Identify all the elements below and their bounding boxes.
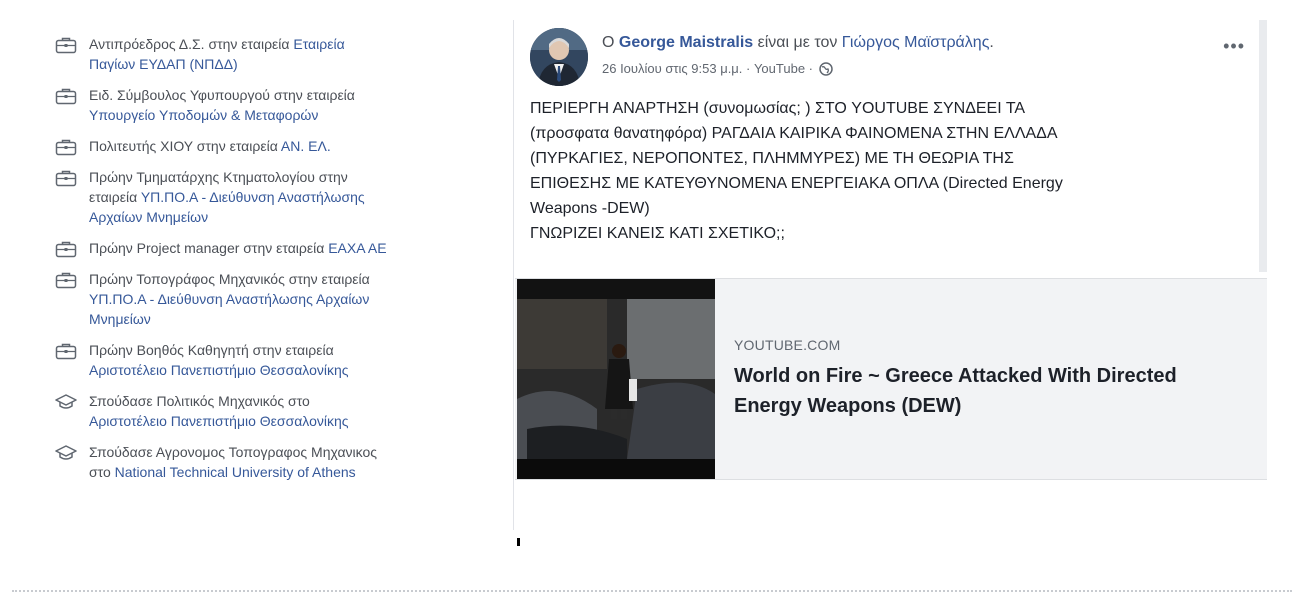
about-item-link[interactable]: Μνημείων bbox=[89, 311, 151, 327]
author-name-link[interactable]: George Maistralis bbox=[619, 34, 753, 51]
link-domain: YOUTUBE.COM bbox=[734, 337, 841, 353]
post-body-line: ΓΝΩΡΙΖΕΙ ΚΑΝΕΙΣ ΚΑΤΙ ΣΧΕΤΙΚΟ;; bbox=[530, 225, 785, 242]
about-item-text: Πολιτευτής ΧΙΟΥ στην εταιρεία ΑΝ. ΕΛ. bbox=[89, 136, 331, 156]
post-author-line: Ο George Maistralis είναι με τον Γιώργος… bbox=[602, 32, 994, 54]
author-avatar[interactable] bbox=[530, 28, 588, 86]
column-divider bbox=[513, 20, 514, 530]
post-meta: 26 Ιουλίου στις 9:53 μ.μ. · YouTube · bbox=[602, 61, 833, 76]
about-item: Πρώην Βοηθός Καθηγητή στην εταιρεία Αριστ… bbox=[55, 340, 485, 380]
post-timestamp[interactable]: 26 Ιουλίου στις 9:53 μ.μ. · YouTube · bbox=[602, 61, 813, 76]
post-body-line: (ΠΥΡΚΑΓΙΕΣ, ΝΕΡΟΠΟΝΤΕΣ, ΠΛΗΜΜΥΡΕΣ) ΜΕ ΤΗ… bbox=[530, 150, 1014, 167]
about-item-link[interactable]: ΕΑΧΑ ΑΕ bbox=[328, 240, 386, 256]
about-item-link[interactable]: Αριστοτέλειο Πανεπιστήμιο Θεσσαλονίκης bbox=[89, 362, 349, 378]
author-prefix: Ο bbox=[602, 34, 619, 51]
post-body-line: Weapons -DEW) bbox=[530, 200, 650, 217]
about-item-link[interactable]: Παγίων ΕΥΔΑΠ (ΝΠΔΔ) bbox=[89, 56, 238, 72]
about-item-link[interactable]: ΥΠ.ΠΟ.Α - Διεύθυνση Αναστήλωσης bbox=[141, 189, 365, 205]
about-item-link[interactable]: Αριστοτέλειο Πανεπιστήμιο Θεσσαλονίκης bbox=[89, 413, 349, 429]
about-item-link[interactable]: ΥΠ.ΠΟ.Α - Διεύθυνση Αναστήλωσης Αρχαίων bbox=[89, 291, 369, 307]
about-item: Σπούδασε Αγρονομος Τοπογραφος Μηχανικος σ… bbox=[55, 442, 485, 482]
about-item-label: Ειδ. Σύμβουλος Υφυπουργού στην εταιρεία bbox=[89, 87, 355, 103]
about-item-label: στο bbox=[89, 464, 115, 480]
about-item: Πρώην Τοπογράφος Μηχανικός στην εταιρεία… bbox=[55, 269, 485, 329]
video-thumbnail[interactable] bbox=[517, 279, 715, 479]
briefcase-icon bbox=[55, 36, 77, 54]
about-item-label: εταιρεία bbox=[89, 189, 141, 205]
tagged-suffix: . bbox=[989, 34, 994, 51]
about-item-label: Πρώην Βοηθός Καθηγητή στην εταιρεία bbox=[89, 342, 334, 358]
about-item: Ειδ. Σύμβουλος Υφυπουργού στην εταιρεία Υ… bbox=[55, 85, 485, 125]
about-item: Αντιπρόεδρος Δ.Σ. στην εταιρεία Εταιρεία… bbox=[55, 34, 485, 74]
dotted-divider bbox=[12, 590, 1292, 592]
post-card: Ο George Maistralis είναι με τον Γιώργος… bbox=[515, 20, 1267, 482]
about-item-label: Πρώην Τμηματάρχης Κτηματολογίου στην bbox=[89, 169, 348, 185]
about-item-text: Αντιπρόεδρος Δ.Σ. στην εταιρεία Εταιρεία… bbox=[89, 34, 345, 74]
about-item-text: Ειδ. Σύμβουλος Υφυπουργού στην εταιρεία Υ… bbox=[89, 85, 355, 125]
post-body: ΠΕΡΙΕΡΓΗ ΑΝΑΡΤΗΣΗ (συνομωσίας; ) ΣΤΟ YOU… bbox=[530, 96, 1252, 246]
about-item-text: Πρώην Τοπογράφος Μηχανικός στην εταιρεία… bbox=[89, 269, 370, 329]
text-cursor bbox=[517, 538, 520, 546]
graduation-cap-icon bbox=[55, 393, 77, 411]
about-item-text: Πρώην Τμηματάρχης Κτηματολογίου στην εται… bbox=[89, 167, 365, 227]
about-item-link[interactable]: ΑΝ. ΕΛ. bbox=[281, 138, 331, 154]
about-item-label: Σπούδασε Πολιτικός Μηχανικός στο bbox=[89, 393, 310, 409]
about-item-label: Πρώην Τοπογράφος Μηχανικός στην εταιρεία bbox=[89, 271, 370, 287]
tagged-user-link[interactable]: Γιώργος Μαϊστράλης bbox=[842, 34, 990, 51]
post-body-line: (προσφατα θανατηφόρα) ΡΑΓΔΑΙΑ ΚΑΙΡΙΚΑ ΦΑ… bbox=[530, 125, 1058, 142]
about-item-text: Πρώην Βοηθός Καθηγητή στην εταιρεία Αριστ… bbox=[89, 340, 349, 380]
briefcase-icon bbox=[55, 342, 77, 360]
about-item-link[interactable]: Αρχαίων Μνημείων bbox=[89, 209, 208, 225]
about-list: Αντιπρόεδρος Δ.Σ. στην εταιρεία Εταιρεία… bbox=[55, 34, 485, 493]
about-item-link[interactable]: National Technical University of Athens bbox=[115, 464, 356, 480]
about-item: Πρώην Τμηματάρχης Κτηματολογίου στην εται… bbox=[55, 167, 485, 227]
graduation-cap-icon bbox=[55, 444, 77, 462]
about-item-link[interactable]: Εταιρεία bbox=[293, 36, 344, 52]
post-options-icon[interactable]: ••• bbox=[1223, 36, 1245, 57]
about-item: Πρώην Project manager στην εταιρεία ΕΑΧΑ… bbox=[55, 238, 485, 258]
briefcase-icon bbox=[55, 271, 77, 289]
post-body-line: ΠΕΡΙΕΡΓΗ ΑΝΑΡΤΗΣΗ (συνομωσίας; ) ΣΤΟ YOU… bbox=[530, 100, 1026, 117]
globe-icon bbox=[819, 61, 833, 76]
post-body-line: ΕΠΙΘΕΣΗΣ ΜΕ ΚΑΤΕΥΘΥΝΟΜΕΝΑ ΕΝΕΡΓΕΙΑΚΑ ΟΠΛ… bbox=[530, 175, 1063, 192]
about-item-link[interactable]: Υπουργείο Υποδομών & Μεταφορών bbox=[89, 107, 318, 123]
briefcase-icon bbox=[55, 138, 77, 156]
about-item-text: Σπούδασε Πολιτικός Μηχανικός στο Αριστοτέ… bbox=[89, 391, 349, 431]
about-item: Σπούδασε Πολιτικός Μηχανικός στο Αριστοτέ… bbox=[55, 391, 485, 431]
briefcase-icon bbox=[55, 240, 77, 258]
link-title[interactable]: World on Fire ~ Greece Attacked With Dir… bbox=[734, 361, 1214, 421]
about-item-label: Σπούδασε Αγρονομος Τοπογραφος Μηχανικος bbox=[89, 444, 378, 460]
about-item-label: Αντιπρόεδρος Δ.Σ. στην εταιρεία bbox=[89, 36, 294, 52]
about-item: Πολιτευτής ΧΙΟΥ στην εταιρεία ΑΝ. ΕΛ. bbox=[55, 136, 485, 156]
with-text: είναι με τον bbox=[753, 34, 842, 51]
about-item-label: Πρώην Project manager στην εταιρεία bbox=[89, 240, 329, 256]
briefcase-icon bbox=[55, 87, 77, 105]
about-item-text: Σπούδασε Αγρονομος Τοπογραφος Μηχανικος σ… bbox=[89, 442, 377, 482]
briefcase-icon bbox=[55, 169, 77, 187]
about-item-label: Πολιτευτής ΧΙΟΥ στην εταιρεία bbox=[89, 138, 281, 154]
about-item-text: Πρώην Project manager στην εταιρεία ΕΑΧΑ… bbox=[89, 238, 387, 258]
link-preview[interactable]: YOUTUBE.COM World on Fire ~ Greece Attac… bbox=[515, 278, 1267, 480]
post-header: Ο George Maistralis είναι με τον Γιώργος… bbox=[530, 28, 1267, 94]
